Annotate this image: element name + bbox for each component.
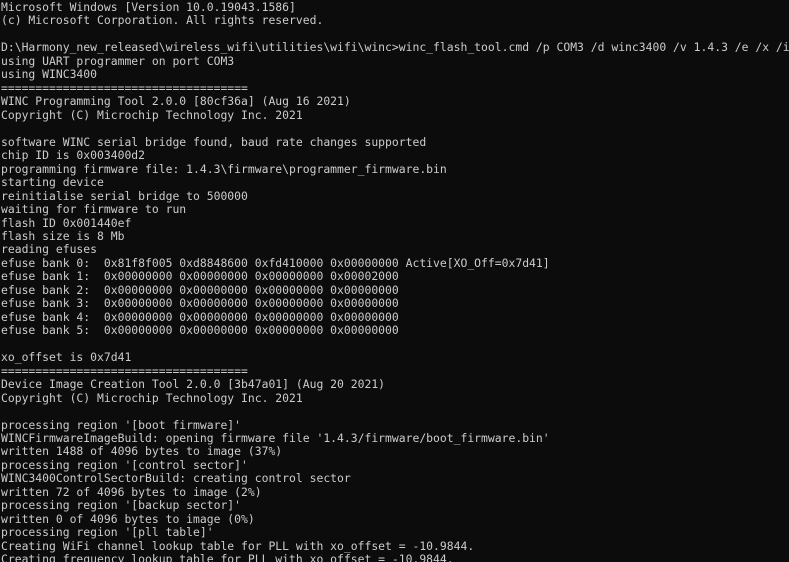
- terminal-line: reading efuses: [1, 242, 98, 257]
- terminal-line: Device Image Creation Tool 2.0.0 [3b47a0…: [1, 377, 386, 392]
- terminal-line: Creating WiFi channel lookup table for P…: [1, 538, 475, 553]
- terminal-line: Copyright (C) Microchip Technology Inc. …: [1, 390, 303, 405]
- terminal-line: software WINC serial bridge found, baud …: [1, 134, 427, 149]
- terminal-line: using UART programmer on port COM3: [1, 53, 235, 68]
- terminal-line: efuse bank 4: 0x00000000 0x00000000 0x00…: [1, 309, 399, 324]
- terminal-line: programming firmware file: 1.4.3\firmwar…: [1, 161, 447, 176]
- terminal-line: Creating frequency lookup table for PLL …: [1, 552, 454, 562]
- terminal-line: chip ID is 0x003400d2: [1, 148, 146, 163]
- terminal-output: Microsoft Windows [Version 10.0.19043.15…: [1, 0, 789, 562]
- terminal-line: reinitialise serial bridge to 500000: [1, 188, 248, 203]
- terminal-line: written 1488 of 4096 bytes to image (37%…: [1, 444, 283, 459]
- terminal-line: D:\Harmony_new_released\wireless_wifi\ut…: [1, 40, 789, 55]
- terminal-line: efuse bank 2: 0x00000000 0x00000000 0x00…: [1, 282, 399, 297]
- terminal-line: ====================================: [1, 80, 248, 95]
- terminal-line: waiting for firmware to run: [1, 202, 187, 217]
- terminal-line: efuse bank 3: 0x00000000 0x00000000 0x00…: [1, 296, 399, 311]
- terminal-line: flash ID 0x001440ef: [1, 215, 132, 230]
- terminal-line: processing region '[boot firmware]': [1, 417, 242, 432]
- terminal-line: processing region '[control sector]': [1, 457, 248, 472]
- terminal-line: Microsoft Windows [Version 10.0.19043.15…: [1, 0, 296, 14]
- terminal-line: Copyright (C) Microchip Technology Inc. …: [1, 107, 303, 122]
- terminal-line: xo_offset is 0x7d41: [1, 350, 132, 365]
- terminal-line: WINCFirmwareImageBuild: opening firmware…: [1, 431, 550, 445]
- terminal-line: WINC3400ControlSectorBuild: creating con…: [1, 471, 351, 486]
- terminal-line: flash size is 8 Mb: [1, 228, 125, 243]
- terminal-line: ====================================: [1, 363, 248, 378]
- command-prompt-window[interactable]: Microsoft Windows [Version 10.0.19043.15…: [0, 0, 789, 562]
- terminal-line: (c) Microsoft Corporation. All rights re…: [1, 13, 324, 28]
- terminal-line: using WINC3400: [1, 67, 98, 82]
- terminal-line: efuse bank 1: 0x00000000 0x00000000 0x00…: [1, 269, 399, 284]
- terminal-line: written 72 of 4096 bytes to image (2%): [1, 484, 262, 499]
- terminal-line: written 0 of 4096 bytes to image (0%): [1, 511, 255, 526]
- terminal-line: processing region '[pll table]': [1, 525, 214, 540]
- terminal-line: efuse bank 0: 0x81f8f005 0xd8848600 0xfd…: [1, 255, 550, 270]
- terminal-line: WINC Programming Tool 2.0.0 [80cf36a] (A…: [1, 94, 351, 109]
- terminal-line: starting device: [1, 175, 104, 190]
- terminal-line: processing region '[backup sector]': [1, 498, 242, 513]
- terminal-line: efuse bank 5: 0x00000000 0x00000000 0x00…: [1, 323, 399, 338]
